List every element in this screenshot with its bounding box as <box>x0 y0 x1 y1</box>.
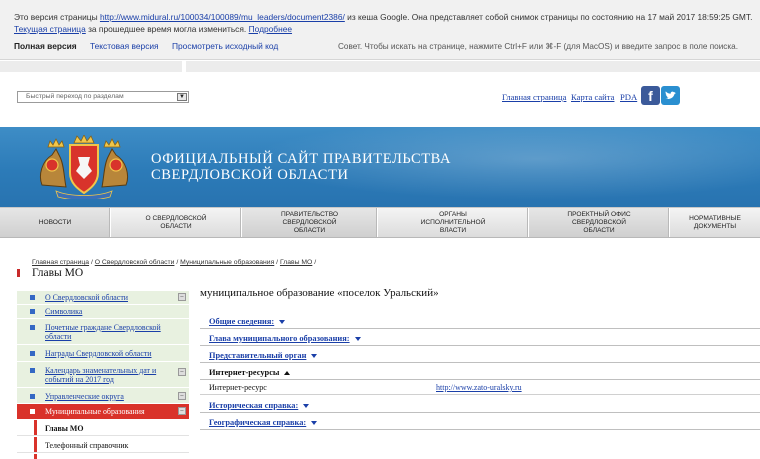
collapse-icon[interactable]: − <box>178 407 186 415</box>
section-historical-info[interactable]: Историческая справка: <box>200 398 760 413</box>
coat-of-arms-icon <box>39 135 129 199</box>
section-internet-resources[interactable]: Интернет-ресурсы <box>200 365 760 380</box>
collapse-icon[interactable]: − <box>178 293 186 301</box>
site-banner: ОФИЦИАЛЬНЫЙ САЙТ ПРАВИТЕЛЬСТВА СВЕРДЛОВС… <box>0 127 760 207</box>
header-strip-left <box>0 61 182 72</box>
cache-line-2: Текущая страница за прошедшее время могл… <box>14 24 293 34</box>
site-title-line-2: СВЕРДЛОВСКОЙ ОБЛАСТИ <box>151 167 349 183</box>
sidebar-item-calendar[interactable]: Календарь знаменательных дат и событий н… <box>17 362 189 388</box>
title-marker <box>17 269 20 277</box>
sidebar-subitem-phonebook[interactable]: Телефонный справочник <box>17 437 189 453</box>
chevron-down-icon <box>311 421 318 426</box>
main-menu: НОВОСТИ О СВЕРДЛОВСКОЙ ОБЛАСТИ ПРАВИТЕЛЬ… <box>0 207 760 238</box>
sidebar-item-districts[interactable]: Управленческие округа − <box>17 388 189 404</box>
quick-nav-select[interactable]: Быстрый переход по разделам ▼ <box>17 91 189 103</box>
home-link[interactable]: Главная страница <box>502 92 566 102</box>
facebook-icon[interactable]: f <box>641 86 660 105</box>
sidebar-item-honorary-citizens[interactable]: Почетные граждане Свердловской области <box>17 319 189 345</box>
collapse-icon[interactable]: − <box>178 392 186 400</box>
sidebar-subitem-heads[interactable]: Главы МО <box>17 420 189 436</box>
breadcrumb-heads[interactable]: Главы МО <box>280 259 312 266</box>
view-source-link[interactable]: Просмотреть исходный код <box>172 41 278 51</box>
chevron-down-icon <box>303 404 310 409</box>
current-page-link[interactable]: Текущая страница <box>14 24 86 34</box>
cache-bar: Это версия страницы http://www.midural.r… <box>0 0 760 60</box>
section-head-of-municipality[interactable]: Глава муниципального образования: <box>200 331 760 346</box>
sidebar-item-about-region[interactable]: О Свердловской области − <box>17 291 189 305</box>
full-version-tab[interactable]: Полная версия <box>14 41 77 51</box>
sitemap-link[interactable]: Карта сайта <box>571 92 614 102</box>
breadcrumb-municipalities[interactable]: Муниципальные образования <box>180 259 274 266</box>
page-title: Главы МО <box>32 267 84 279</box>
section-geographic-info[interactable]: Географическая справка: <box>200 415 760 430</box>
sidebar-item-municipalities[interactable]: Муниципальные образования − <box>17 404 189 419</box>
municipality-title: муниципальное образование «поселок Ураль… <box>200 287 439 299</box>
menu-item-about-region[interactable]: О СВЕРДЛОВСКОЙ ОБЛАСТИ <box>111 208 241 237</box>
more-info-link[interactable]: Подробнее <box>249 24 292 34</box>
internet-resource-row: Интернет-ресурс http://www.zato-uralsky.… <box>200 381 760 395</box>
menu-item-news[interactable]: НОВОСТИ <box>0 208 110 237</box>
chevron-down-icon[interactable]: ▼ <box>177 93 187 101</box>
cache-line-1: Это версия страницы http://www.midural.r… <box>14 12 753 22</box>
header-strip-right <box>186 61 760 72</box>
breadcrumb-home[interactable]: Главная страница <box>32 259 89 266</box>
menu-item-executive-bodies[interactable]: ОРГАНЫ ИСПОЛНИТЕЛЬНОЙ ВЛАСТИ <box>378 208 528 237</box>
cached-url-link[interactable]: http://www.midural.ru/100034/100089/mu_l… <box>100 12 345 22</box>
breadcrumb-about-region[interactable]: О Свердловской области <box>95 259 175 266</box>
twitter-icon[interactable] <box>661 86 680 105</box>
chevron-up-icon <box>284 371 291 376</box>
site-title-line-1: ОФИЦИАЛЬНЫЙ САЙТ ПРАВИТЕЛЬСТВА <box>151 151 452 167</box>
text-version-link[interactable]: Текстовая версия <box>90 41 159 51</box>
breadcrumb: Главная страница / О Свердловской област… <box>32 259 317 266</box>
section-general-info[interactable]: Общие сведения: <box>200 314 760 329</box>
internet-resource-link[interactable]: http://www.zato-uralsky.ru <box>436 383 522 392</box>
chevron-down-icon <box>354 337 361 342</box>
menu-item-normative-docs[interactable]: НОРМАТИВНЫЕ ДОКУМЕНТЫ <box>670 208 760 237</box>
section-representative-body[interactable]: Представительный орган <box>200 348 760 363</box>
internet-resource-label: Интернет-ресурс <box>209 383 267 392</box>
menu-item-government[interactable]: ПРАВИТЕЛЬСТВО СВЕРДЛОВСКОЙ ОБЛАСТИ <box>242 208 377 237</box>
sidebar-item-symbols[interactable]: Символика <box>17 305 189 319</box>
search-tip: Совет. Чтобы искать на странице, нажмите… <box>338 42 738 51</box>
sidebar-item-awards[interactable]: Награды Свердловской области <box>17 345 189 362</box>
menu-item-project-office[interactable]: ПРОЕКТНЫЙ ОФИС СВЕРДЛОВСКОЙ ОБЛАСТИ <box>529 208 669 237</box>
chevron-down-icon <box>279 320 286 325</box>
collapse-icon[interactable]: − <box>178 368 186 376</box>
chevron-down-icon <box>311 354 318 359</box>
pda-link[interactable]: PDA <box>620 92 637 102</box>
